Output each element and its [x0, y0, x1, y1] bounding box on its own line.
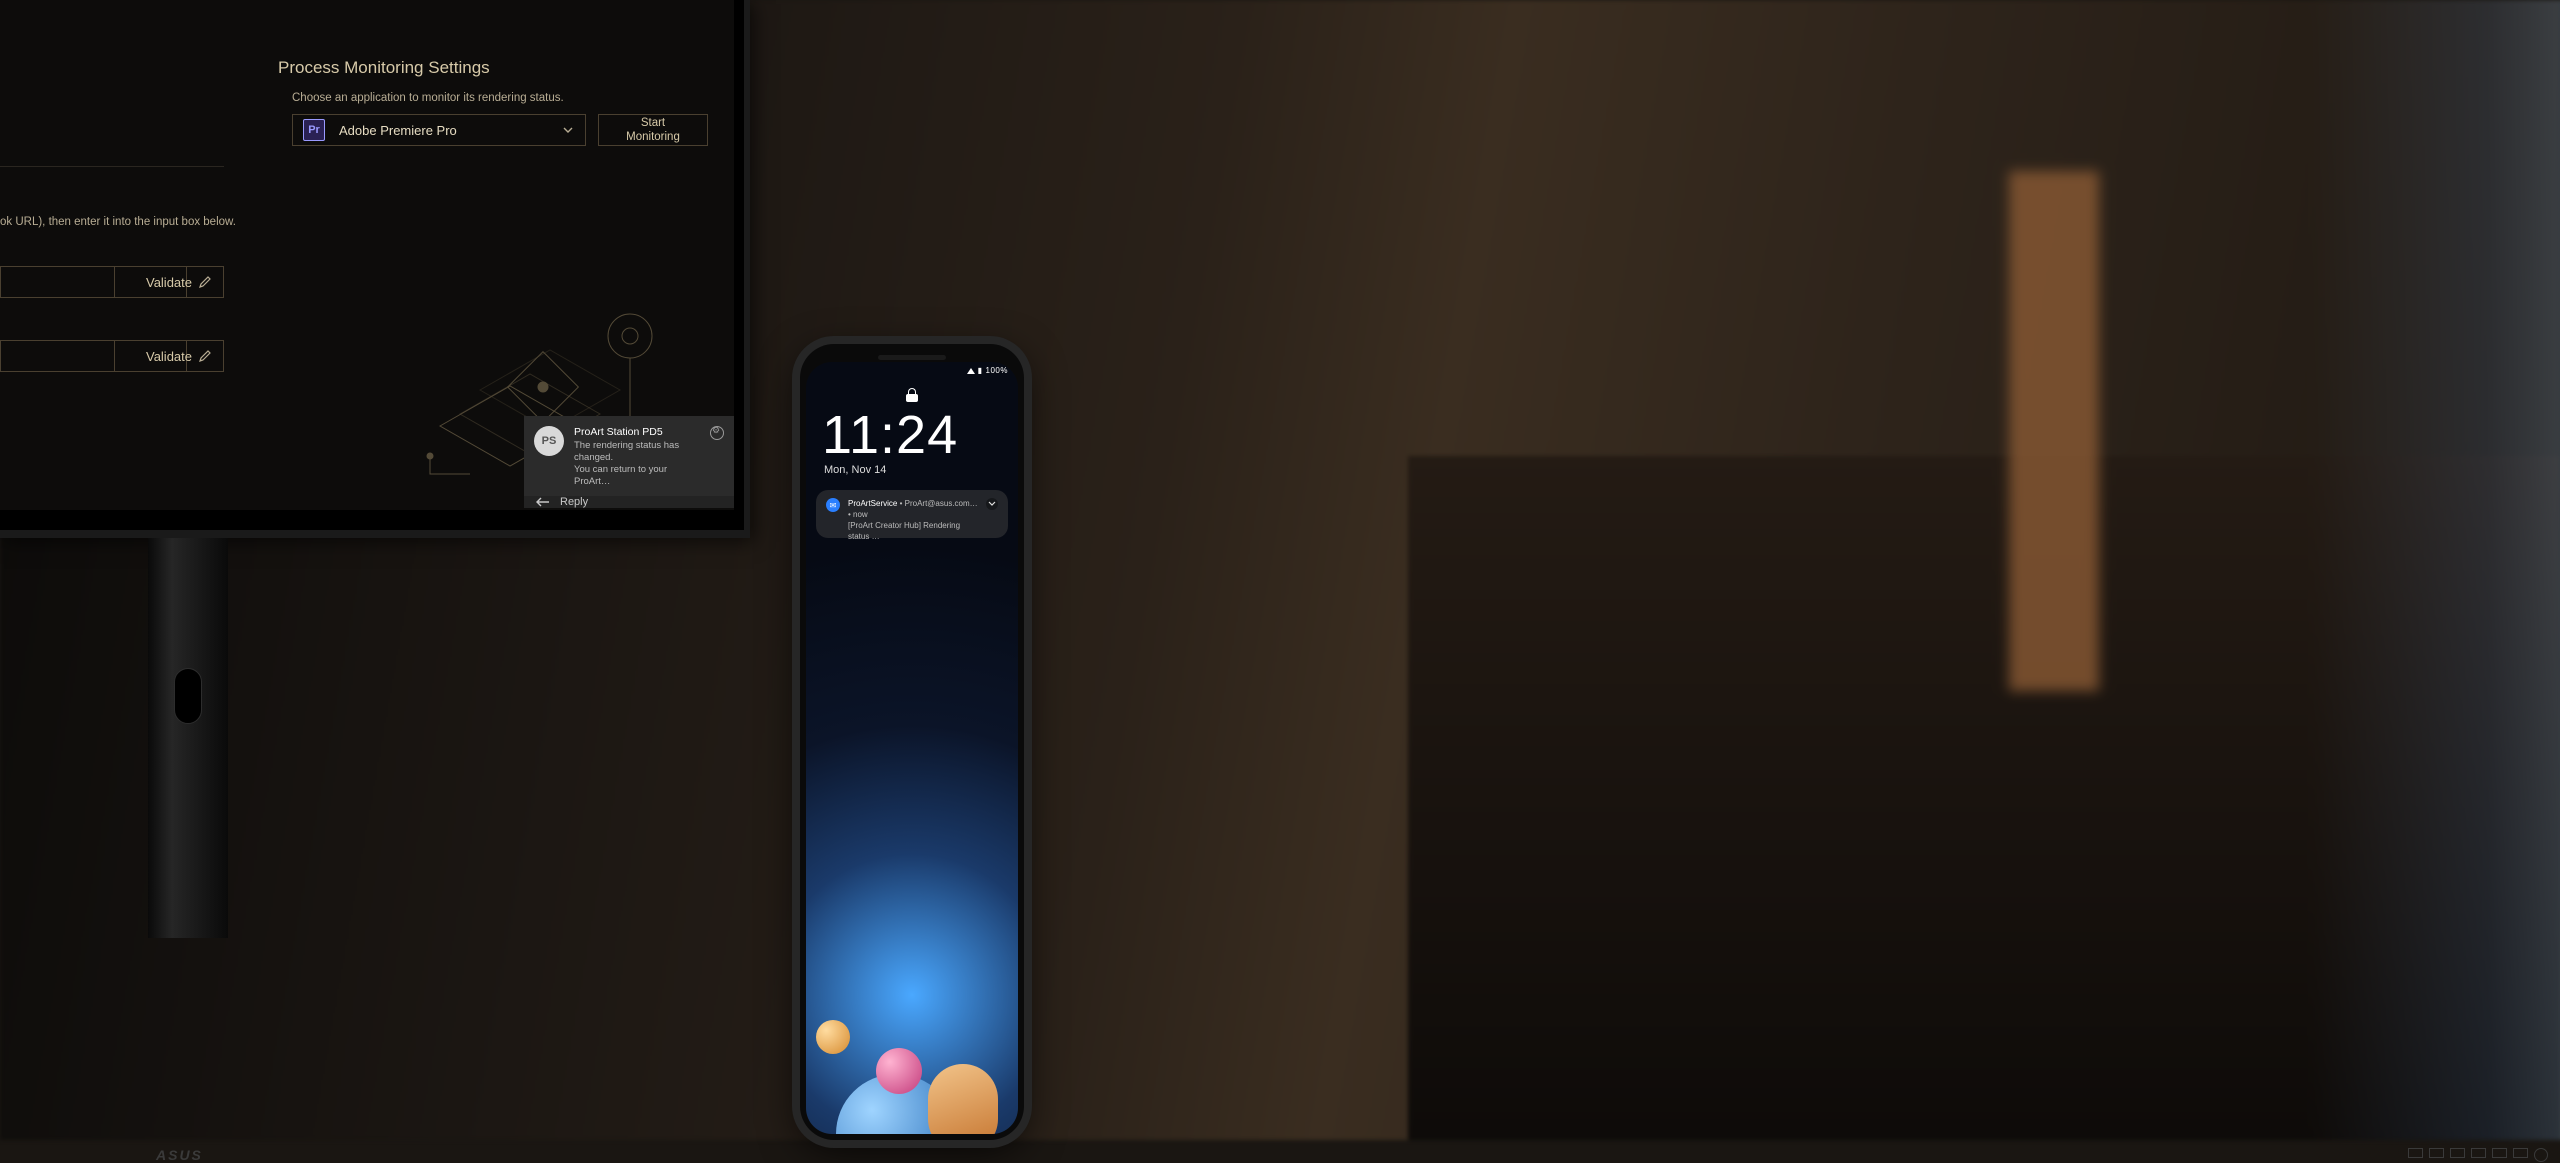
- notification-app-icon: ✉: [826, 498, 840, 512]
- lockscreen-date: Mon, Nov 14: [824, 464, 886, 476]
- osd-joystick[interactable]: [2534, 1148, 2548, 1162]
- section-divider: [0, 166, 224, 167]
- validate-button-2[interactable]: Validate: [114, 340, 224, 372]
- start-monitoring-button[interactable]: Start Monitoring: [598, 114, 708, 146]
- toast-message-line2: You can return to your ProArt…: [574, 464, 700, 488]
- toast-avatar: PS: [534, 426, 564, 456]
- notification-app-name: ProArtService: [848, 499, 897, 508]
- phone-frame: ▮ 100% 11:24 Mon, Nov 14 ✉ ProArtService…: [800, 344, 1024, 1140]
- monitor-stand: [148, 538, 228, 938]
- monitor-osd-buttons: [2408, 1148, 2548, 1162]
- reply-arrow-icon: [536, 497, 550, 507]
- validate-label-1: Validate: [146, 275, 192, 290]
- monitor-frame: Process Monitoring Settings Choose an ap…: [0, 0, 750, 538]
- validate-label-2: Validate: [146, 349, 192, 364]
- signal-icon: [967, 368, 975, 374]
- validate-button-1[interactable]: Validate: [114, 266, 224, 298]
- toast-reply-input[interactable]: Reply: [524, 496, 734, 508]
- phone-status-bar: ▮ 100%: [967, 366, 1008, 375]
- monitor-stand-hole: [174, 668, 202, 724]
- toast-title: ProArt Station PD5: [574, 426, 700, 438]
- notification-sender: ProArt@asus.com…: [905, 499, 978, 508]
- settings-title: Process Monitoring Settings: [278, 58, 490, 78]
- osd-button[interactable]: [2492, 1148, 2507, 1158]
- monitor-brand-label: ASUS: [156, 1147, 203, 1163]
- premiere-pro-icon: Pr: [303, 119, 325, 141]
- osd-button[interactable]: [2408, 1148, 2423, 1158]
- background-door: [2009, 171, 2099, 691]
- settings-subtitle: Choose an application to monitor its ren…: [292, 92, 564, 104]
- wallpaper-orb: [928, 1064, 998, 1134]
- notification-body: [ProArt Creator Hub] Rendering status …: [848, 520, 978, 542]
- chevron-down-icon: [561, 123, 575, 137]
- application-dropdown[interactable]: Pr Adobe Premiere Pro: [292, 114, 586, 146]
- reply-label: Reply: [560, 496, 588, 508]
- start-button-line2: Monitoring: [626, 130, 680, 144]
- phone-lockscreen[interactable]: ▮ 100% 11:24 Mon, Nov 14 ✉ ProArtService…: [806, 362, 1018, 1134]
- osd-button[interactable]: [2450, 1148, 2465, 1158]
- notification-expand-icon[interactable]: [986, 498, 998, 510]
- notification-time: now: [853, 510, 868, 519]
- osd-button[interactable]: [2429, 1148, 2444, 1158]
- wallpaper-orb: [876, 1048, 922, 1094]
- start-button-line1: Start: [641, 116, 665, 130]
- phone-notification[interactable]: ✉ ProArtService • ProArt@asus.com… • now…: [816, 490, 1008, 538]
- lock-icon: [906, 388, 918, 402]
- osd-button[interactable]: [2513, 1148, 2528, 1158]
- windows-toast-notification[interactable]: PS ProArt Station PD5 The rendering stat…: [524, 416, 734, 504]
- wallpaper-orb: [816, 1020, 850, 1054]
- webhook-hint-text: ok URL), then enter it into the input bo…: [0, 216, 236, 228]
- lockscreen-clock: 11:24: [822, 404, 958, 466]
- dropdown-selected-label: Adobe Premiere Pro: [339, 123, 457, 138]
- phone-speaker: [878, 355, 946, 360]
- osd-button[interactable]: [2471, 1148, 2486, 1158]
- battery-icon: ▮: [978, 366, 983, 375]
- battery-percent: 100%: [986, 366, 1008, 375]
- toast-message-line1: The rendering status has changed.: [574, 440, 700, 464]
- toast-settings-icon[interactable]: [710, 426, 724, 440]
